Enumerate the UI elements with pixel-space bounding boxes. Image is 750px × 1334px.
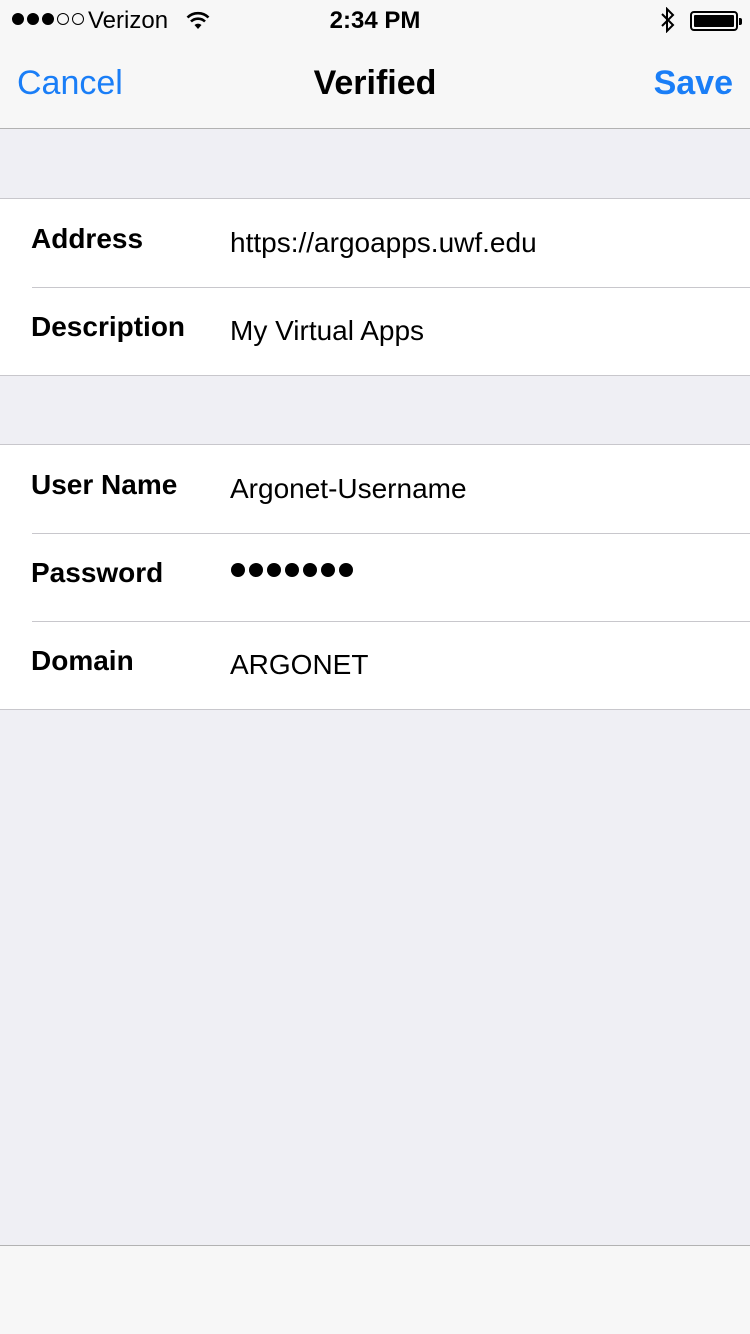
address-row[interactable]: Address xyxy=(0,199,750,287)
password-mask-dot xyxy=(321,563,335,577)
password-mask-dot xyxy=(249,563,263,577)
password-label: Password xyxy=(31,557,164,588)
battery-fill xyxy=(694,15,734,27)
password-row[interactable]: Password xyxy=(0,533,750,621)
username-row[interactable]: User Name xyxy=(0,445,750,533)
connection-section: Address Description xyxy=(0,198,750,376)
navigation-bar: Cancel Verified Save xyxy=(0,40,750,129)
password-field[interactable] xyxy=(231,563,353,577)
battery-tip xyxy=(739,18,742,25)
save-button[interactable]: Save xyxy=(654,64,733,103)
description-label: Description xyxy=(31,311,186,342)
status-time: 2:34 PM xyxy=(329,7,421,34)
bottom-toolbar xyxy=(0,1245,750,1334)
username-label: User Name xyxy=(31,469,178,500)
domain-label: Domain xyxy=(31,645,134,676)
password-mask-dot xyxy=(285,563,299,577)
bluetooth-icon xyxy=(660,6,676,38)
password-mask-dot xyxy=(339,563,353,577)
description-row[interactable]: Description xyxy=(0,287,750,375)
address-label: Address xyxy=(31,223,144,254)
password-mask-dot xyxy=(267,563,281,577)
description-field[interactable] xyxy=(230,315,730,347)
screen: Verizon 2:34 PM Cancel Verified Save Add… xyxy=(0,0,750,1334)
page-title: Verified xyxy=(313,64,437,102)
username-field[interactable] xyxy=(230,473,730,505)
status-bar: Verizon 2:34 PM xyxy=(0,0,750,40)
address-field[interactable] xyxy=(230,227,730,259)
credentials-section: User Name Password Domain xyxy=(0,444,750,710)
domain-row[interactable]: Domain xyxy=(0,621,750,709)
domain-field[interactable] xyxy=(230,649,730,681)
password-mask-dot xyxy=(231,563,245,577)
password-mask-dot xyxy=(303,563,317,577)
header: Verizon 2:34 PM Cancel Verified Save xyxy=(0,0,750,129)
battery-icon xyxy=(690,11,742,31)
